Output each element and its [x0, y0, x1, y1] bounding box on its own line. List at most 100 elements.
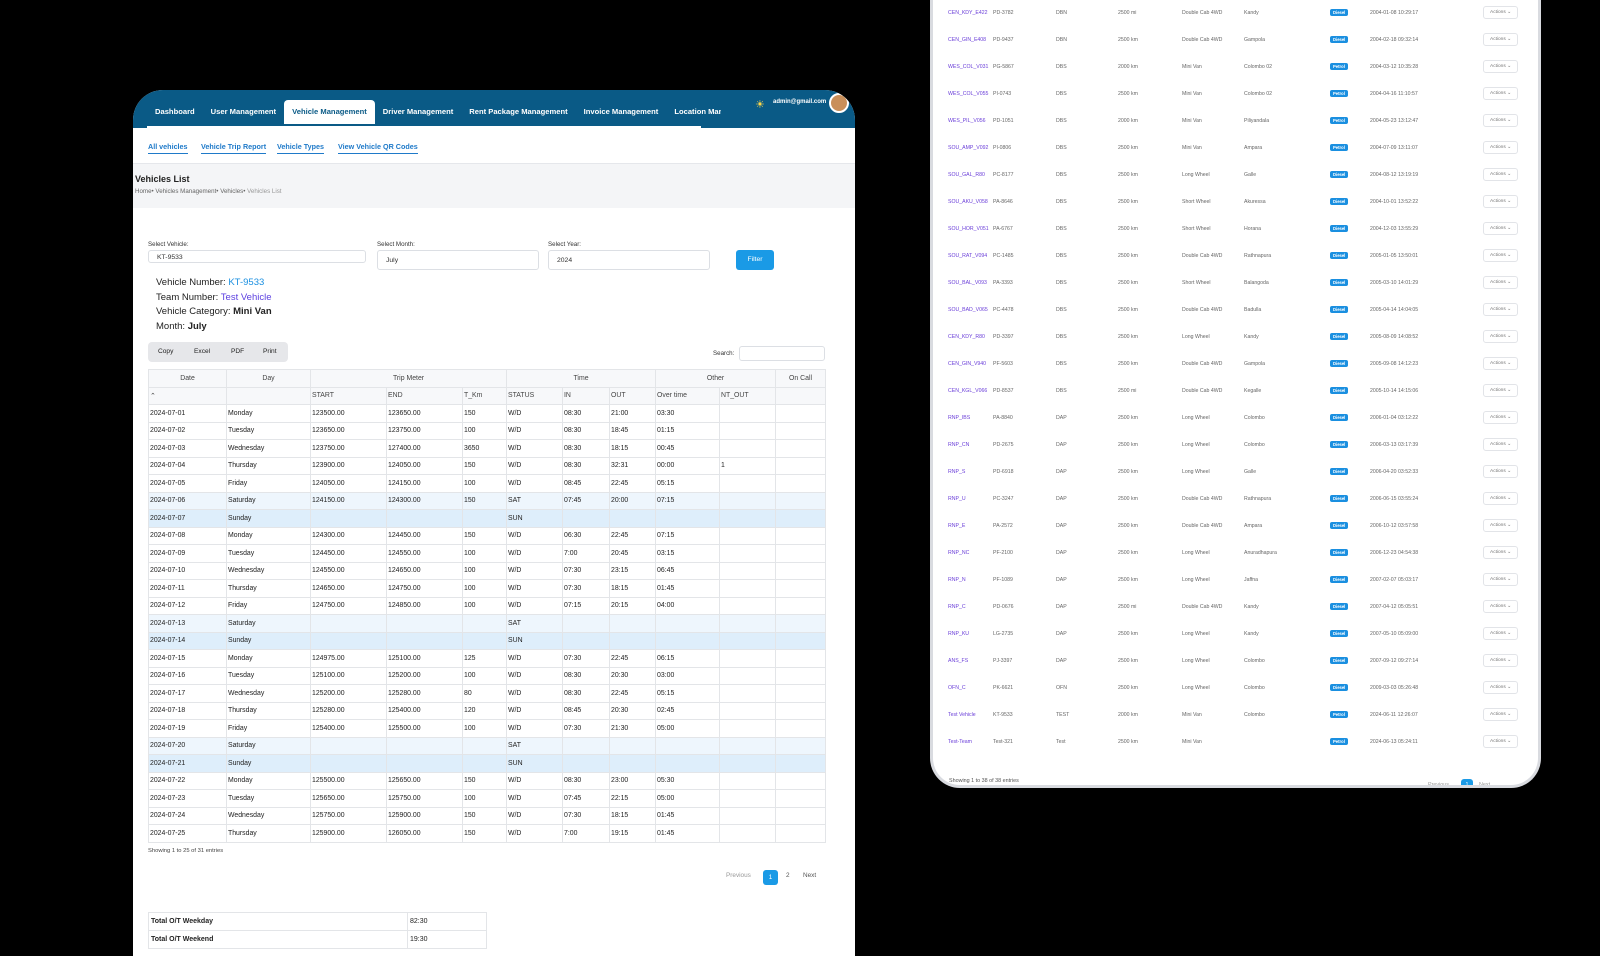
- vehicle-code[interactable]: SOU_HOR_V051: [948, 226, 989, 232]
- vehicle-code[interactable]: RNP_IBS: [948, 415, 970, 421]
- nav-item-location-manag[interactable]: Location Manag: [666, 100, 721, 124]
- month-select[interactable]: July: [377, 250, 539, 270]
- subnav-vehicle-trip-report[interactable]: Vehicle Trip Report: [201, 142, 267, 154]
- copy-button[interactable]: Copy: [158, 348, 173, 355]
- vehicle-code[interactable]: RNP_C: [948, 604, 966, 610]
- actions-dropdown[interactable]: Actions ⌄: [1483, 546, 1519, 559]
- pagination-next[interactable]: Next: [803, 872, 816, 879]
- sun-icon[interactable]: ☀: [755, 98, 765, 111]
- col-status[interactable]: STATUS: [506, 386, 564, 405]
- pagination-page-2[interactable]: 2: [786, 872, 790, 879]
- actions-dropdown[interactable]: Actions ⌄: [1483, 654, 1519, 667]
- vehicle-code[interactable]: WES_PIL_V056: [948, 118, 986, 124]
- vehicle-pagination-next[interactable]: Next: [1479, 782, 1490, 785]
- nav-item-dashboard[interactable]: Dashboard: [147, 100, 203, 124]
- nav-item-user-management[interactable]: User Management: [203, 100, 284, 124]
- actions-dropdown[interactable]: Actions ⌄: [1483, 195, 1519, 208]
- col-day[interactable]: Day: [226, 369, 311, 388]
- vehicle-code[interactable]: CEN_KDY_E422: [948, 10, 988, 16]
- actions-dropdown[interactable]: Actions ⌄: [1483, 438, 1519, 451]
- actions-dropdown[interactable]: Actions ⌄: [1483, 681, 1519, 694]
- pdf-button[interactable]: PDF: [231, 348, 244, 355]
- vehicle-code[interactable]: SOU_AKU_V058: [948, 199, 988, 205]
- excel-button[interactable]: Excel: [194, 348, 210, 355]
- pagination-previous[interactable]: Previous: [726, 872, 751, 879]
- vehicle-code[interactable]: CEN_GIN_V940: [948, 361, 986, 367]
- vehicle-code[interactable]: SOU_BAL_V093: [948, 280, 987, 286]
- actions-dropdown[interactable]: Actions ⌄: [1483, 627, 1519, 640]
- actions-dropdown[interactable]: Actions ⌄: [1483, 168, 1519, 181]
- col-start[interactable]: START: [310, 386, 387, 405]
- pagination-page-1[interactable]: 1: [763, 870, 778, 885]
- breadcrumb-vehicles[interactable]: Vehicles: [220, 188, 243, 195]
- actions-dropdown[interactable]: Actions ⌄: [1483, 33, 1519, 46]
- actions-dropdown[interactable]: Actions ⌄: [1483, 60, 1519, 73]
- vehicle-code[interactable]: WES_COL_V055: [948, 91, 988, 97]
- vehicle-code[interactable]: SOU_BAD_V065: [948, 307, 988, 313]
- col-nt-out[interactable]: NT_OUT: [719, 386, 777, 405]
- subnav-all-vehicles[interactable]: All vehicles: [148, 142, 188, 154]
- actions-dropdown[interactable]: Actions ⌄: [1483, 249, 1519, 262]
- vehicle-code[interactable]: CEN_KDY_R80: [948, 334, 985, 340]
- breadcrumb-home[interactable]: Home: [135, 188, 152, 195]
- col-out[interactable]: OUT: [609, 386, 657, 405]
- search-input[interactable]: [739, 346, 825, 361]
- nav-item-driver-management[interactable]: Driver Management: [375, 100, 461, 124]
- vehicle-code[interactable]: RNP_CN: [948, 442, 969, 448]
- sort-icon[interactable]: ⌃: [148, 386, 227, 405]
- col-on-call[interactable]: On Call: [775, 369, 827, 388]
- nav-item-rent-package-management[interactable]: Rent Package Management: [461, 100, 575, 124]
- actions-dropdown[interactable]: Actions ⌄: [1483, 708, 1519, 721]
- year-select[interactable]: 2024: [548, 250, 710, 270]
- actions-dropdown[interactable]: Actions ⌄: [1483, 357, 1519, 370]
- actions-dropdown[interactable]: Actions ⌄: [1483, 735, 1519, 748]
- actions-dropdown[interactable]: Actions ⌄: [1483, 465, 1519, 478]
- actions-dropdown[interactable]: Actions ⌄: [1483, 114, 1519, 127]
- col-overtime[interactable]: Over time: [655, 386, 721, 405]
- vehicle-code[interactable]: SOU_GAL_R80: [948, 172, 985, 178]
- actions-dropdown[interactable]: Actions ⌄: [1483, 222, 1519, 235]
- vehicle-select[interactable]: KT-9533: [148, 250, 366, 263]
- vehicle-code[interactable]: OFN_C: [948, 685, 966, 691]
- col-end[interactable]: END: [386, 386, 463, 405]
- vehicle-code[interactable]: CEN_GIN_E408: [948, 37, 986, 43]
- actions-dropdown[interactable]: Actions ⌄: [1483, 6, 1519, 19]
- vehicle-code[interactable]: SOU_AMP_V092: [948, 145, 988, 151]
- breadcrumb-vehicles-management[interactable]: Vehicles Management: [155, 188, 216, 195]
- actions-dropdown[interactable]: Actions ⌄: [1483, 411, 1519, 424]
- actions-dropdown[interactable]: Actions ⌄: [1483, 141, 1519, 154]
- vehicle-code[interactable]: Test-Team: [948, 739, 972, 745]
- print-button[interactable]: Print: [263, 348, 277, 355]
- vehicle-pagination-page-1[interactable]: 1: [1461, 779, 1473, 785]
- vehicle-code[interactable]: WES_COL_V031: [948, 64, 988, 70]
- col-date[interactable]: Date: [148, 369, 227, 388]
- nav-item-invoice-management[interactable]: Invoice Management: [576, 100, 667, 124]
- actions-dropdown[interactable]: Actions ⌄: [1483, 573, 1519, 586]
- actions-dropdown[interactable]: Actions ⌄: [1483, 384, 1519, 397]
- actions-dropdown[interactable]: Actions ⌄: [1483, 519, 1519, 532]
- vehicle-pagination-previous[interactable]: Previous: [1428, 782, 1449, 785]
- vehicle-code[interactable]: Test Vehicle: [948, 712, 976, 718]
- vehicle-code[interactable]: SOU_RAT_V094: [948, 253, 987, 259]
- col-in[interactable]: IN: [562, 386, 611, 405]
- subnav-vehicle-types[interactable]: Vehicle Types: [277, 142, 325, 154]
- actions-dropdown[interactable]: Actions ⌄: [1483, 330, 1519, 343]
- vehicle-code[interactable]: ANS_FS: [948, 658, 968, 664]
- vehicle-code[interactable]: RNP_E: [948, 523, 965, 529]
- vehicle-code[interactable]: CEN_KGL_V066: [948, 388, 987, 394]
- actions-dropdown[interactable]: Actions ⌄: [1483, 276, 1519, 289]
- filter-button[interactable]: Filter: [736, 250, 774, 270]
- subnav-vehicle-qr-codes[interactable]: View Vehicle QR Codes: [338, 142, 418, 154]
- nav-item-vehicle-management[interactable]: Vehicle Management: [284, 100, 375, 124]
- vehicle-code[interactable]: RNP_N: [948, 577, 966, 583]
- actions-dropdown[interactable]: Actions ⌄: [1483, 87, 1519, 100]
- user-email[interactable]: admin@gmail.com: [773, 99, 826, 105]
- vehicle-code[interactable]: RNP_NC: [948, 550, 969, 556]
- vehicle-code[interactable]: RNP_U: [948, 496, 966, 502]
- avatar[interactable]: [829, 93, 849, 113]
- col-tkm[interactable]: T_Km: [461, 386, 508, 405]
- vehicle-code[interactable]: RNP_KU: [948, 631, 969, 637]
- actions-dropdown[interactable]: Actions ⌄: [1483, 492, 1519, 505]
- vehicle-code[interactable]: RNP_S: [948, 469, 965, 475]
- actions-dropdown[interactable]: Actions ⌄: [1483, 600, 1519, 613]
